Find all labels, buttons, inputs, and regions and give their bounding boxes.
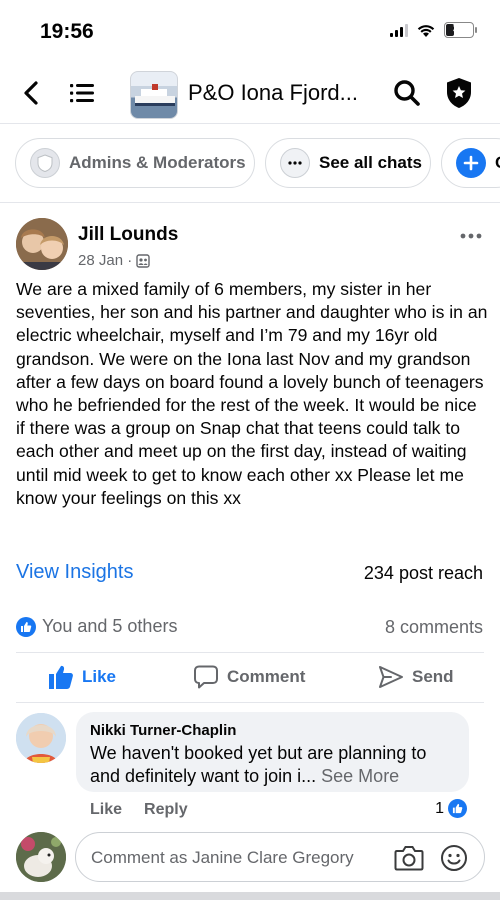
like-button[interactable]: Like: [48, 662, 116, 692]
battery-level: 34: [452, 23, 466, 35]
comment-like-number: 1: [435, 799, 444, 817]
reactions-summary[interactable]: You and 5 others: [16, 616, 177, 637]
status-icons: 34: [390, 22, 477, 38]
wifi-icon: [417, 24, 435, 37]
divider: [16, 702, 484, 703]
signal-icon: [390, 23, 408, 37]
author-avatar[interactable]: [16, 218, 68, 270]
bottom-edge: [0, 892, 500, 900]
emoji-icon[interactable]: [440, 844, 468, 872]
comment-input-placeholder[interactable]: Comment as Janine Clare Gregory: [91, 848, 354, 868]
back-button[interactable]: [14, 76, 48, 110]
battery-icon: 34: [444, 22, 477, 38]
status-time: 19:56: [40, 20, 94, 43]
divider: [16, 652, 484, 653]
commenter-name[interactable]: Nikki Turner-Chaplin: [90, 722, 455, 739]
post-more-options-button[interactable]: [460, 222, 482, 245]
view-insights-link[interactable]: View Insights: [16, 561, 133, 584]
comment-like-count[interactable]: 1: [435, 799, 467, 818]
group-title[interactable]: P&O Iona Fjord...: [188, 80, 358, 106]
group-chips-row: Admins & Moderators See all chats Cr: [15, 138, 500, 188]
post-date[interactable]: 28 Jan ·: [78, 252, 132, 269]
like-label: Like: [82, 667, 117, 686]
comment-text: We haven't booked yet but are planning t…: [90, 742, 455, 788]
commenter-avatar[interactable]: [16, 713, 66, 763]
post-body: We are a mixed family of 6 members, my s…: [16, 279, 488, 508]
menu-icon: [70, 84, 94, 103]
more-horizontal-icon: [460, 233, 482, 239]
chip-label: See all chats: [319, 153, 423, 172]
like-reaction-icon: [448, 799, 467, 818]
shield-badge-icon: [30, 148, 60, 178]
chip-label: Cr: [495, 153, 500, 173]
comment-reply-button[interactable]: Reply: [144, 801, 188, 819]
plus-icon: [456, 148, 486, 178]
chip-see-all-chats[interactable]: See all chats: [265, 138, 431, 188]
thumbs-up-icon: [49, 665, 73, 689]
current-user-avatar[interactable]: [16, 832, 66, 882]
top-nav: P&O Iona Fjord...: [0, 62, 500, 124]
send-button[interactable]: Send: [378, 662, 454, 692]
see-more-link[interactable]: See More: [321, 766, 399, 786]
back-icon: [24, 81, 38, 105]
comment-button[interactable]: Comment: [193, 662, 305, 692]
search-icon: [394, 80, 420, 106]
admin-tools-button[interactable]: [442, 75, 476, 111]
chip-label: Admins & Moderators: [69, 153, 246, 172]
comment-label: Comment: [227, 667, 306, 686]
shield-icon: [447, 78, 471, 108]
comment-icon: [194, 665, 218, 689]
divider: [0, 202, 500, 203]
reactions-text: You and 5 others: [42, 616, 178, 636]
search-button[interactable]: [390, 76, 424, 110]
post-author[interactable]: Jill Lounds: [78, 224, 178, 246]
camera-icon[interactable]: [394, 844, 424, 872]
send-icon: [379, 666, 403, 688]
comment-bubble[interactable]: Nikki Turner-Chaplin We haven't booked y…: [76, 712, 469, 792]
group-cover-thumbnail[interactable]: [130, 71, 178, 119]
ellipsis-icon: [280, 148, 310, 178]
status-bar: 19:56 34: [0, 0, 500, 60]
comments-count[interactable]: 8 comments: [385, 617, 483, 638]
group-icon: [136, 253, 150, 268]
comment-actions: Like Reply: [90, 801, 188, 819]
post-meta: 28 Jan ·: [78, 252, 150, 269]
like-reaction-icon: [16, 616, 36, 637]
chip-create[interactable]: Cr: [441, 138, 500, 188]
comment-composer[interactable]: Comment as Janine Clare Gregory: [75, 832, 485, 882]
post-reach: 234 post reach: [363, 563, 483, 583]
menu-button[interactable]: [64, 76, 100, 110]
comment-like-button[interactable]: Like: [90, 801, 122, 819]
chip-admins-moderators[interactable]: Admins & Moderators: [15, 138, 255, 188]
send-label: Send: [412, 667, 454, 686]
